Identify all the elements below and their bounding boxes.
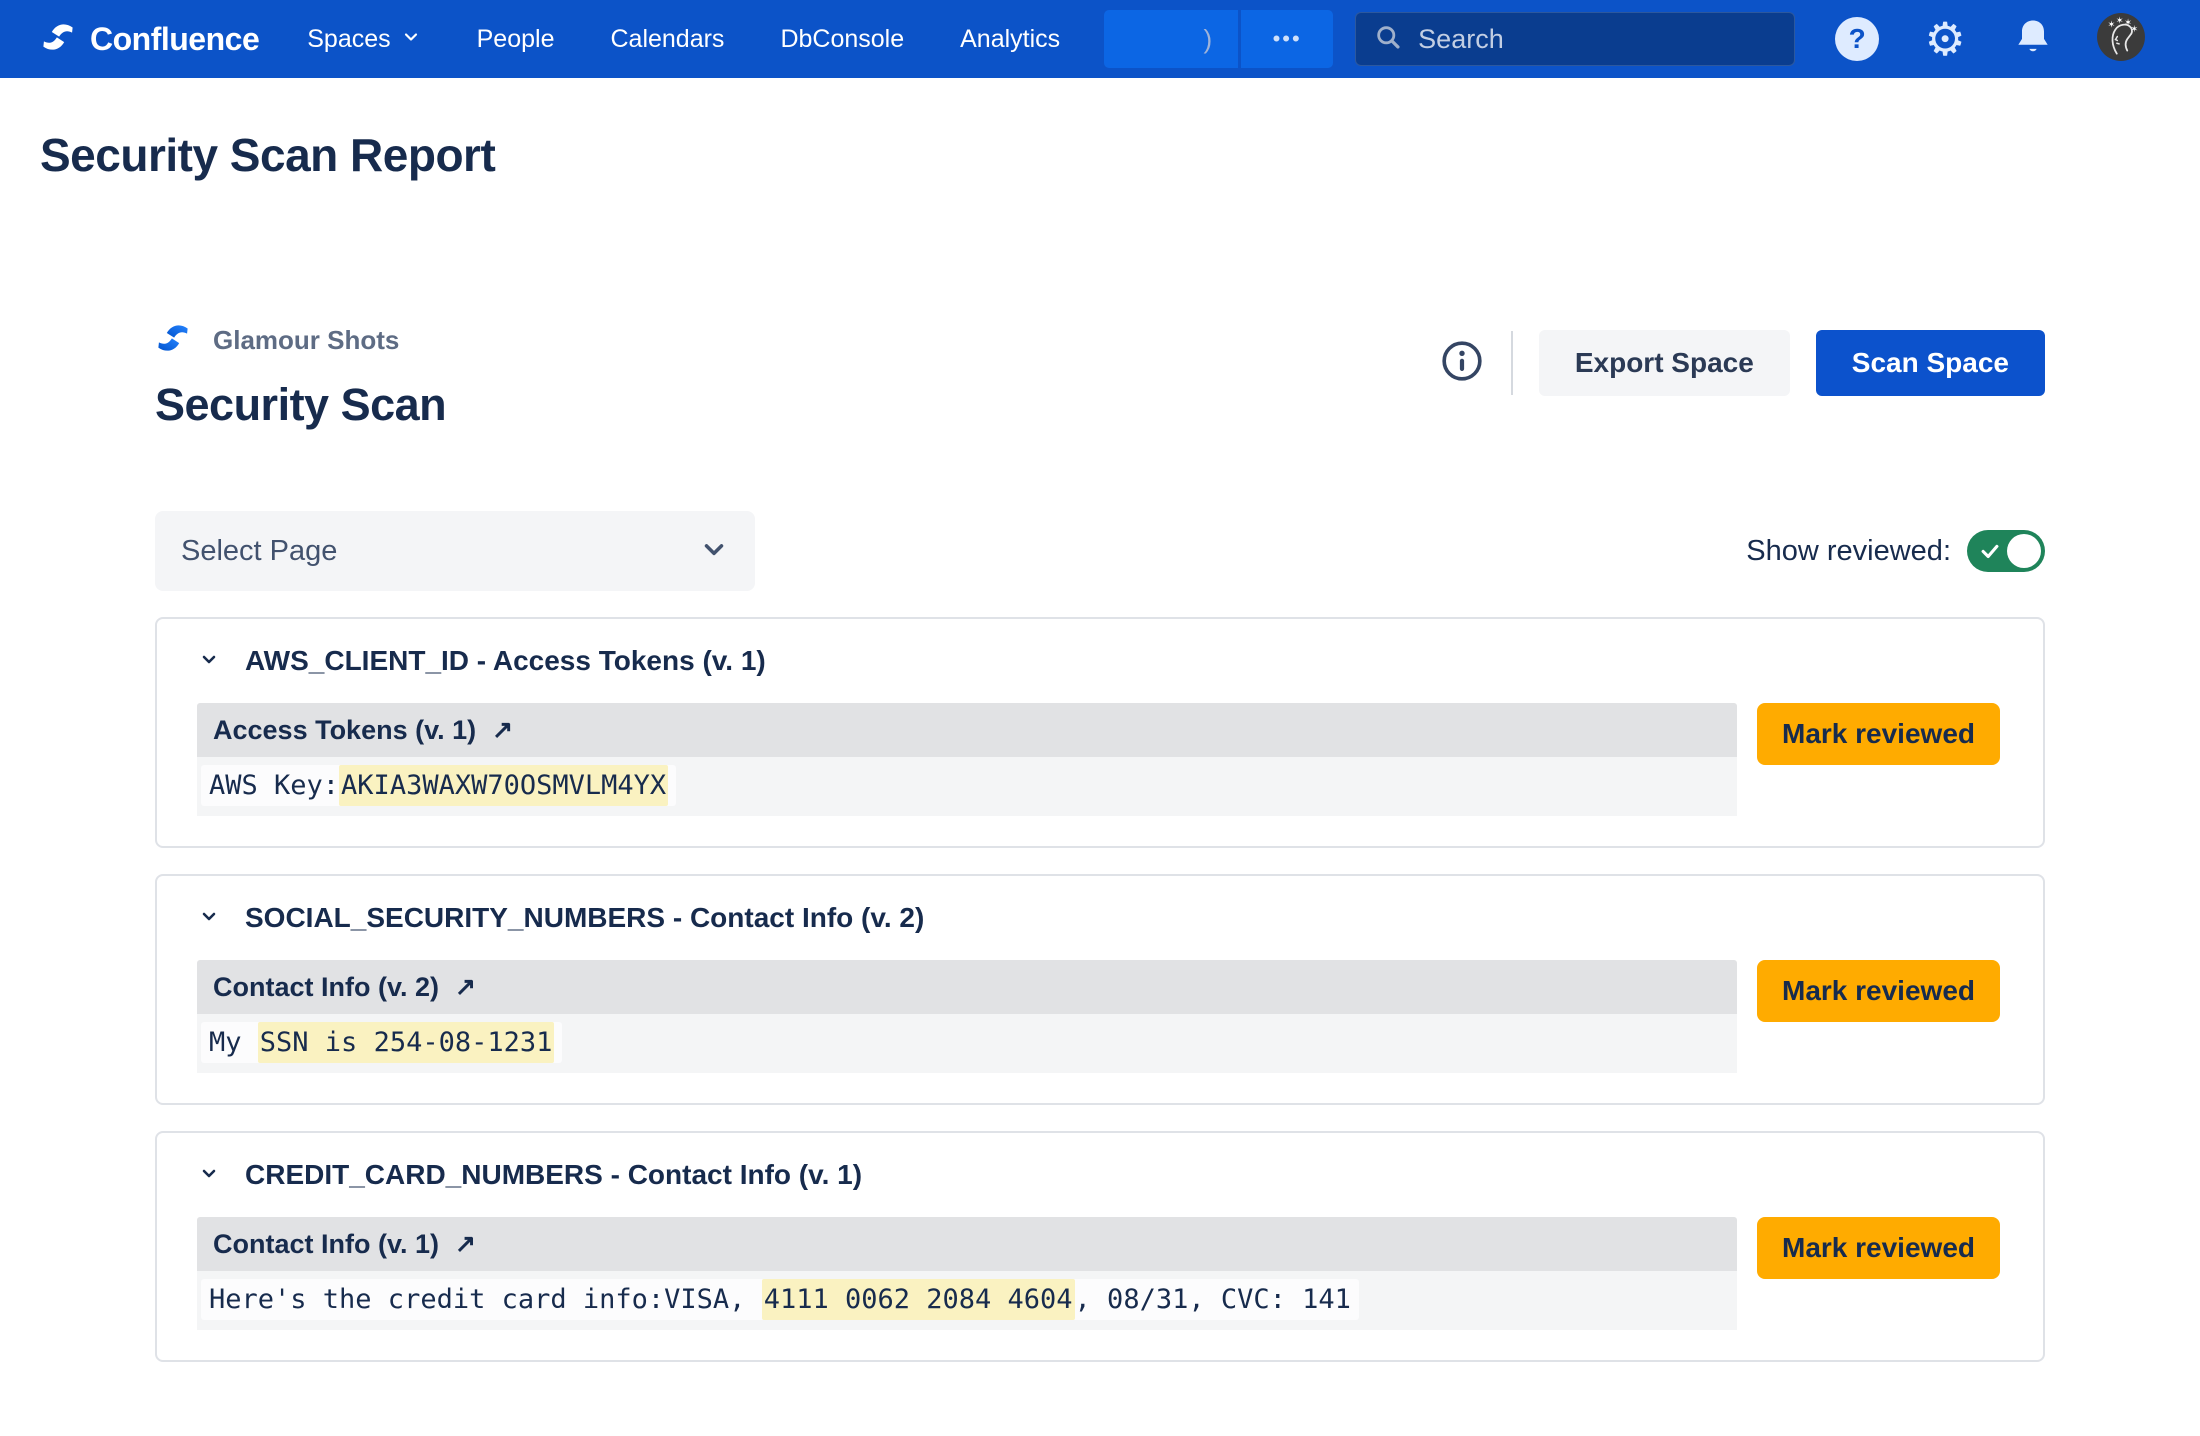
help-icon: ?: [1835, 17, 1879, 61]
show-reviewed-label: Show reviewed:: [1746, 535, 1951, 568]
result-content: My SSN is 254-08-1231: [197, 1014, 1737, 1073]
highlighted-match: SSN is 254-08-1231: [258, 1022, 555, 1063]
external-link-icon: ↗: [455, 1229, 476, 1259]
actions-divider: [1511, 331, 1513, 395]
breadcrumb: Glamour Shots: [155, 320, 446, 361]
check-icon: [1979, 540, 2001, 562]
scan-space-button[interactable]: Scan Space: [1816, 330, 2045, 396]
external-link-icon: ↗: [455, 972, 476, 1002]
finding-result: Access Tokens (v. 1) ↗ AWS Key:AKIA3WAXW…: [197, 703, 2003, 816]
space-logo-icon: [155, 320, 191, 361]
chevron-down-icon: [699, 534, 729, 569]
top-navbar: Confluence Spaces People Calendars DbCon…: [0, 0, 2200, 78]
notifications-button[interactable]: [1989, 0, 2077, 78]
main-content: Glamour Shots Security Scan Export Space…: [155, 320, 2045, 1362]
finding-title: CREDIT_CARD_NUMBERS - Contact Info (v. 1…: [245, 1159, 862, 1191]
finding-result: Contact Info (v. 2) ↗ My SSN is 254-08-1…: [197, 960, 2003, 1073]
search-box[interactable]: [1355, 12, 1795, 66]
page-title: Security Scan Report: [40, 128, 2200, 182]
result-content: AWS Key:AKIA3WAXW70OSMVLM4YX: [197, 757, 1737, 816]
info-icon[interactable]: [1439, 338, 1485, 389]
finding-card-social-security-numbers: SOCIAL_SECURITY_NUMBERS - Contact Info (…: [155, 874, 2045, 1105]
highlighted-match: AKIA3WAXW70OSMVLM4YX: [339, 765, 668, 806]
result-main: Access Tokens (v. 1) ↗ AWS Key:AKIA3WAXW…: [197, 703, 1737, 816]
space-identity: Glamour Shots Security Scan: [155, 320, 446, 431]
more-menu-button[interactable]: •••: [1241, 10, 1333, 68]
nav-item-calendars[interactable]: Calendars: [610, 25, 724, 54]
nav-item-spaces[interactable]: Spaces: [307, 25, 420, 54]
controls-row: Select Page Show reviewed:: [155, 511, 2045, 591]
settings-button[interactable]: ⚙: [1901, 0, 1989, 78]
space-name-link[interactable]: Glamour Shots: [213, 325, 399, 356]
mark-reviewed-button[interactable]: Mark reviewed: [1757, 1217, 2000, 1279]
select-page-dropdown[interactable]: Select Page: [155, 511, 755, 591]
nav-item-people[interactable]: People: [477, 25, 555, 54]
confluence-brand[interactable]: Confluence: [40, 19, 259, 60]
result-page-link[interactable]: Contact Info (v. 1): [213, 1229, 439, 1260]
highlighted-match: 4111 0062 2084 4604: [762, 1279, 1075, 1320]
result-content: Here's the credit card info:VISA, 4111 0…: [197, 1271, 1737, 1330]
show-reviewed-control: Show reviewed:: [1746, 530, 2045, 572]
confluence-logo-icon: [40, 19, 76, 60]
account-button[interactable]: ✶✶✶✶: [2077, 0, 2165, 78]
space-header: Glamour Shots Security Scan Export Space…: [155, 320, 2045, 431]
search-icon: [1374, 23, 1402, 56]
mark-reviewed-button[interactable]: Mark reviewed: [1757, 703, 2000, 765]
external-link-icon: ↗: [492, 715, 513, 745]
matched-text: AWS Key:AKIA3WAXW70OSMVLM4YX: [201, 765, 676, 806]
space-heading: Security Scan: [155, 379, 446, 431]
result-page-link[interactable]: Access Tokens (v. 1): [213, 715, 476, 746]
brand-name: Confluence: [90, 21, 259, 58]
nav-action-group: ) •••: [1104, 10, 1333, 68]
svg-text:✶: ✶: [2131, 23, 2139, 34]
collapse-chevron-icon: [197, 1161, 221, 1190]
finding-result: Contact Info (v. 1) ↗ Here's the credit …: [197, 1217, 2003, 1330]
collapse-chevron-icon: [197, 904, 221, 933]
result-main: Contact Info (v. 1) ↗ Here's the credit …: [197, 1217, 1737, 1330]
result-page-bar[interactable]: Access Tokens (v. 1) ↗: [197, 703, 1737, 757]
matched-text: Here's the credit card info:VISA, 4111 0…: [201, 1279, 1359, 1320]
mark-reviewed-button[interactable]: Mark reviewed: [1757, 960, 2000, 1022]
nav-icon-cluster: ? ⚙ ✶✶✶✶: [1813, 0, 2165, 78]
avatar: ✶✶✶✶: [2096, 12, 2146, 67]
select-page-value: Select Page: [181, 535, 337, 568]
finding-title: SOCIAL_SECURITY_NUMBERS - Contact Info (…: [245, 902, 924, 934]
finding-title: AWS_CLIENT_ID - Access Tokens (v. 1): [245, 645, 766, 677]
nav-partial-button[interactable]: ): [1104, 10, 1238, 68]
export-space-button[interactable]: Export Space: [1539, 330, 1790, 396]
result-page-bar[interactable]: Contact Info (v. 1) ↗: [197, 1217, 1737, 1271]
nav-item-analytics[interactable]: Analytics: [960, 25, 1060, 54]
gear-icon: ⚙: [1925, 16, 1966, 62]
result-main: Contact Info (v. 2) ↗ My SSN is 254-08-1…: [197, 960, 1737, 1073]
finding-header[interactable]: CREDIT_CARD_NUMBERS - Contact Info (v. 1…: [197, 1159, 2003, 1191]
toggle-knob: [2007, 534, 2041, 568]
show-reviewed-toggle[interactable]: [1967, 530, 2045, 572]
nav-items: Spaces People Calendars DbConsole Analyt…: [307, 25, 1060, 54]
matched-text: My SSN is 254-08-1231: [201, 1022, 562, 1063]
help-button[interactable]: ?: [1813, 0, 1901, 78]
nav-item-dbconsole[interactable]: DbConsole: [780, 25, 904, 54]
collapse-chevron-icon: [197, 647, 221, 676]
bell-icon: [2011, 15, 2055, 64]
space-actions: Export Space Scan Space: [1439, 330, 2045, 396]
svg-text:✶: ✶: [2108, 19, 2116, 30]
chevron-down-icon: [401, 25, 421, 54]
finding-card-credit-card-numbers: CREDIT_CARD_NUMBERS - Contact Info (v. 1…: [155, 1131, 2045, 1362]
finding-header[interactable]: AWS_CLIENT_ID - Access Tokens (v. 1): [197, 645, 2003, 677]
svg-text:✶: ✶: [2116, 15, 2124, 26]
finding-card-aws-client-id: AWS_CLIENT_ID - Access Tokens (v. 1) Acc…: [155, 617, 2045, 848]
search-input[interactable]: [1418, 24, 1776, 55]
result-page-bar[interactable]: Contact Info (v. 2) ↗: [197, 960, 1737, 1014]
finding-header[interactable]: SOCIAL_SECURITY_NUMBERS - Contact Info (…: [197, 902, 2003, 934]
result-page-link[interactable]: Contact Info (v. 2): [213, 972, 439, 1003]
